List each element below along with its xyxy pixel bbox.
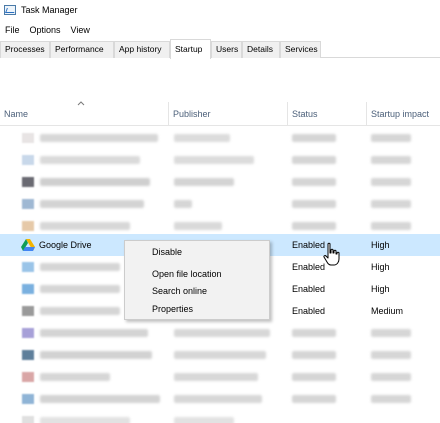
column-header-name[interactable]: Name: [0, 102, 168, 126]
row-status: Enabled: [292, 262, 326, 272]
list-item[interactable]: [0, 366, 440, 388]
context-menu-search-online[interactable]: Search online: [152, 284, 207, 298]
row-impact: High: [371, 240, 390, 250]
menu-view[interactable]: View: [66, 25, 95, 35]
list-item[interactable]: [0, 171, 440, 193]
row-impact: Medium: [371, 306, 404, 316]
tab-services[interactable]: Services: [280, 41, 321, 58]
row-status: Enabled: [292, 240, 326, 250]
tab-processes[interactable]: Processes: [0, 41, 50, 58]
menu-bar: File Options View: [0, 21, 95, 38]
column-header-publisher[interactable]: Publisher: [168, 102, 288, 126]
row-impact: High: [371, 262, 390, 272]
context-menu-disable[interactable]: Disable: [152, 245, 182, 259]
tab-users[interactable]: Users: [211, 41, 242, 58]
row-status: Enabled: [292, 284, 326, 294]
title-bar: Task Manager: [0, 0, 440, 20]
list-item[interactable]: [0, 127, 440, 149]
window-title: Task Manager: [21, 5, 78, 15]
tab-startup[interactable]: Startup: [170, 39, 211, 59]
list-item[interactable]: [0, 193, 440, 215]
tab-performance[interactable]: Performance: [50, 41, 114, 58]
context-menu-open-file-location[interactable]: Open file location: [152, 267, 222, 281]
table-header: Name Publisher Status Startup impact: [0, 102, 440, 126]
column-header-startup-impact[interactable]: Startup impact: [366, 102, 440, 126]
google-drive-icon: [21, 239, 35, 251]
list-item[interactable]: [0, 344, 440, 366]
list-item[interactable]: [0, 322, 440, 344]
column-header-status[interactable]: Status: [287, 102, 366, 126]
context-menu-properties[interactable]: Properties: [152, 302, 193, 316]
tab-app-history[interactable]: App history: [114, 41, 170, 58]
row-name: Google Drive: [39, 240, 92, 250]
tab-details[interactable]: Details: [242, 41, 280, 58]
hand-cursor-icon: [323, 242, 340, 266]
menu-options[interactable]: Options: [25, 25, 66, 35]
tab-strip: Processes Performance App history Startu…: [0, 39, 440, 59]
row-impact: High: [371, 284, 390, 294]
row-status: Enabled: [292, 306, 326, 316]
list-item[interactable]: [0, 410, 440, 423]
list-item[interactable]: [0, 388, 440, 410]
list-item[interactable]: [0, 149, 440, 171]
menu-file[interactable]: File: [0, 25, 25, 35]
task-manager-icon: [4, 5, 16, 15]
context-menu: Disable Open file location Search online…: [124, 240, 270, 320]
